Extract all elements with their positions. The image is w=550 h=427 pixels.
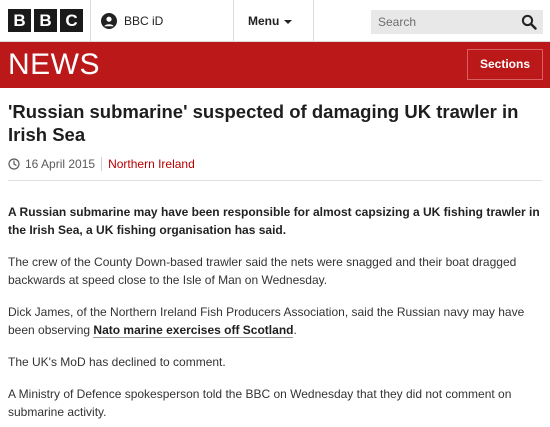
person-circle-icon [101,13,117,29]
clock-icon [8,158,20,170]
menu-button[interactable]: Menu [248,14,293,28]
sections-button[interactable]: Sections [466,49,543,80]
bbc-logo-letter-b1: B [8,9,31,32]
article-paragraph: A Ministry of Defence spokesperson told … [8,387,512,419]
article-headline: 'Russian submarine' suspected of damagin… [8,101,519,145]
article-date: 16 April 2015 [25,157,96,171]
search-input[interactable] [371,10,511,34]
bbcid-label: BBC iD [124,14,164,28]
bbc-logo-letter-c: C [60,9,83,32]
menu-label: Menu [248,14,280,28]
bbcid-signin-link[interactable]: BBC iD [101,13,163,29]
search-icon[interactable] [521,14,537,30]
nato-exercises-link[interactable]: Nato marine exercises off Scotland [93,323,294,338]
news-wordmark[interactable]: NEWS [8,49,100,81]
meta-divider [101,157,103,171]
news-banner: NEWS Sections [0,42,550,88]
bbc-logo-letter-b2: B [34,9,57,32]
masthead-divider [90,0,91,42]
paragraph-text: . [293,323,297,337]
masthead: B B C BBC iD Menu [0,0,550,42]
article-lead: A Russian submarine may have been respon… [8,205,540,237]
masthead-divider [233,0,234,42]
article-paragraph: The UK's MoD has declined to comment. [8,355,226,369]
section-link-northern-ireland[interactable]: Northern Ireland [108,157,195,171]
masthead-divider [313,0,314,42]
chevron-down-icon [284,19,293,24]
meta-rule [8,180,542,181]
search-box [371,10,543,34]
article-paragraph: The crew of the County Down-based trawle… [8,255,517,287]
article-paragraph: Dick James, of the Northern Ireland Fish… [8,303,542,339]
article-meta: 16 April 2015 Northern Ireland [8,157,542,171]
bbc-logo[interactable]: B B C [8,9,83,32]
article: 'Russian submarine' suspected of damagin… [8,97,542,421]
